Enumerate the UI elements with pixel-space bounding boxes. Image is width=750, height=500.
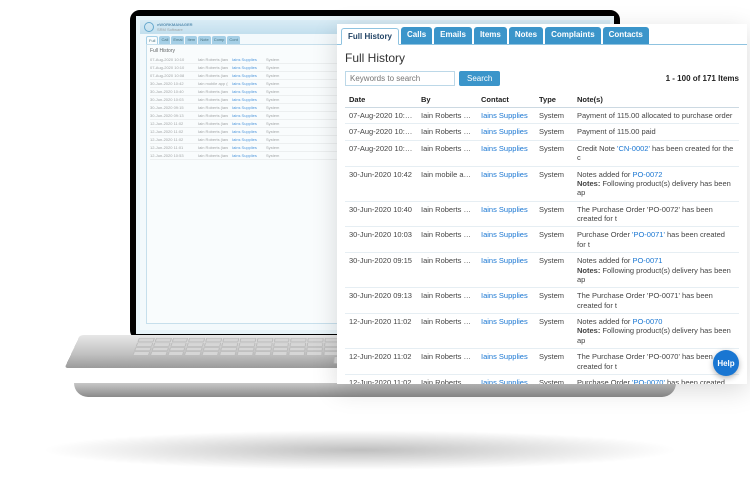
tab-notes[interactable]: Notes — [509, 27, 543, 44]
table-row[interactable]: 07-Aug-2020 10:10Iain Roberts (ianr)Iain… — [345, 124, 739, 140]
column-by[interactable]: By — [417, 92, 477, 108]
tab-emails[interactable]: Emails — [434, 27, 472, 44]
table-row[interactable]: 12-Jun-2020 11:02Iain Roberts (ianr)Iain… — [345, 349, 739, 375]
column-contact[interactable]: Contact — [477, 92, 535, 108]
column-date[interactable]: Date — [345, 92, 417, 108]
table-row[interactable]: 30-Jun-2020 09:13Iain Roberts (ianr)Iain… — [345, 288, 739, 314]
contact-link[interactable]: Iains Supplies — [481, 378, 528, 384]
note-link[interactable]: 'PO-0070' — [632, 378, 665, 384]
result-count: 1 - 100 of 171 Items — [666, 74, 739, 83]
table-row[interactable]: 30-Jun-2020 10:03Iain Roberts (ianr)Iain… — [345, 227, 739, 253]
search-button[interactable]: Search — [459, 71, 500, 86]
note-link[interactable]: PO-0072 — [632, 170, 662, 179]
note-link[interactable]: 'CN-0002' — [617, 144, 650, 153]
note-link[interactable]: PO-0071 — [632, 256, 662, 265]
brand-subtitle: SRM Software — [157, 27, 193, 32]
table-row[interactable]: 07-Aug-2020 10:10Iain Roberts (ianr)Iain… — [345, 108, 739, 124]
tab-items[interactable]: Items — [474, 27, 507, 44]
note-link[interactable]: PO-0070 — [632, 317, 662, 326]
contact-link[interactable]: Iains Supplies — [481, 230, 528, 239]
table-row[interactable]: 12-Jun-2020 11:02Iain Roberts (ianr)Iain… — [345, 374, 739, 384]
contact-link[interactable]: Iains Supplies — [481, 256, 528, 265]
contact-link[interactable]: Iains Supplies — [481, 291, 528, 300]
contact-link[interactable]: Iains Supplies — [481, 317, 528, 326]
tab-bar: Full HistoryCallsEmailsItemsNotesComplai… — [337, 24, 747, 45]
tab-calls[interactable]: Calls — [401, 27, 432, 44]
contact-link[interactable]: Iains Supplies — [481, 144, 528, 153]
history-table: DateByContactTypeNote(s) 07-Aug-2020 10:… — [345, 92, 739, 384]
note-link[interactable]: 'PO-0071' — [632, 230, 665, 239]
contact-link[interactable]: Iains Supplies — [481, 111, 528, 120]
tab-full-history[interactable]: Full History — [341, 28, 399, 45]
table-row[interactable]: 07-Aug-2020 10:08Iain Roberts (ianr)Iain… — [345, 140, 739, 166]
brand-logo-icon — [144, 22, 154, 32]
contact-link[interactable]: Iains Supplies — [481, 170, 528, 179]
table-row[interactable]: 30-Jun-2020 09:15Iain Roberts (ianr)Iain… — [345, 253, 739, 288]
contact-link[interactable]: Iains Supplies — [481, 127, 528, 136]
tab-contacts[interactable]: Contacts — [603, 27, 649, 44]
contact-link[interactable]: Iains Supplies — [481, 205, 528, 214]
search-input[interactable] — [345, 71, 455, 86]
tab-complaints[interactable]: Complaints — [545, 27, 601, 44]
table-row[interactable]: 30-Jun-2020 10:42Iain mobile app (ianmob… — [345, 166, 739, 201]
table-row[interactable]: 30-Jun-2020 10:40Iain Roberts (ianr)Iain… — [345, 201, 739, 227]
column-type[interactable]: Type — [535, 92, 573, 108]
history-panel-overlay: Full HistoryCallsEmailsItemsNotesComplai… — [337, 24, 747, 384]
column-notes[interactable]: Note(s) — [573, 92, 739, 108]
help-button[interactable]: Help — [713, 350, 739, 376]
table-row[interactable]: 12-Jun-2020 11:02Iain Roberts (ianr)Iain… — [345, 314, 739, 349]
contact-link[interactable]: Iains Supplies — [481, 352, 528, 361]
panel-title: Full History — [345, 51, 739, 65]
